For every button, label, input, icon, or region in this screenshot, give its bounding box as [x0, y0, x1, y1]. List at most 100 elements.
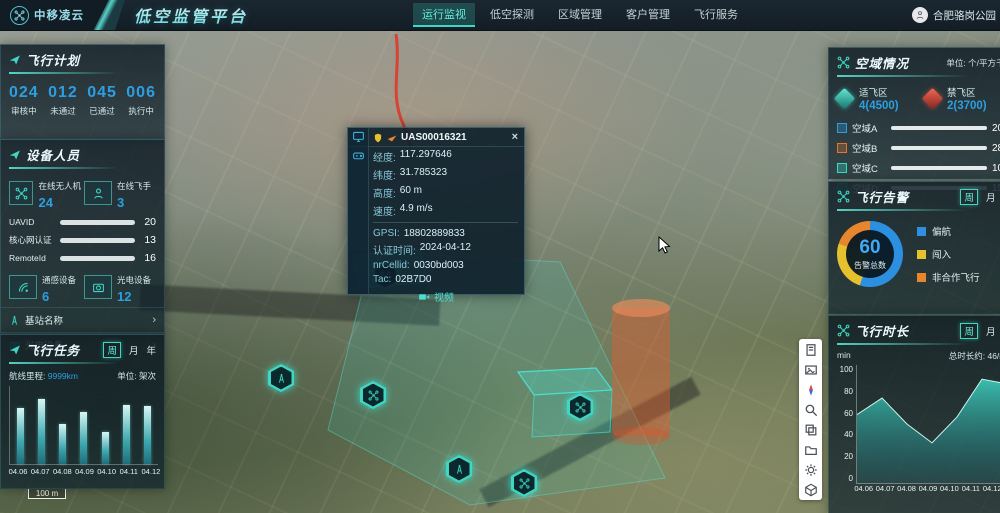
y-unit-label: min — [837, 350, 851, 362]
panel-title: 飞行计划 — [26, 50, 80, 69]
tab-month[interactable]: 月 — [986, 324, 996, 338]
detail-row: 高度:60 m — [348, 183, 524, 201]
legend-swatch — [917, 250, 926, 259]
card-label: 光电设备 — [117, 275, 151, 285]
low-altitude-supervision-dashboard: 中移凌云 低空监管平台 运行监视 低空探测 区域管理 客户管理 飞行服务 合肥骆… — [0, 0, 1000, 513]
card-value: 12 — [117, 289, 151, 304]
avatar — [912, 7, 928, 23]
online-drones-card: 在线无人机 24 — [9, 176, 81, 210]
drone-icon — [9, 181, 33, 205]
base-station-link[interactable]: 基站名称 › — [1, 307, 164, 332]
bar-value: 20 — [140, 216, 156, 228]
device-marker[interactable] — [268, 364, 294, 392]
fly-zone-icon — [834, 88, 855, 109]
devices-panel: 设备人员 在线无人机 24 在线飞手 3 UAVID 20 核心网认证 13 — [0, 139, 165, 334]
stat-label: 已通过 — [87, 105, 117, 117]
badge-icon — [373, 133, 383, 143]
detail-row: GPSI:18802889833 — [348, 226, 524, 240]
device-marker[interactable] — [360, 381, 386, 409]
compass-icon[interactable] — [803, 382, 818, 397]
duration-chart: 100806040200 — [835, 365, 1000, 484]
tab-week[interactable]: 周 — [103, 342, 121, 358]
device-marker[interactable] — [567, 393, 593, 421]
user-name: 合肥骆岗公园 — [933, 8, 996, 23]
detail-row: 速度:4.9 m/s — [348, 201, 524, 219]
video-button[interactable]: 视频 — [348, 289, 524, 304]
online-pilots-card: 在线飞手 3 — [84, 176, 156, 210]
alert-total-label: 告警总数 — [854, 260, 886, 271]
close-icon[interactable]: × — [512, 132, 518, 143]
progress-track — [60, 256, 135, 261]
optical-devices-card: 光电设备 12 — [84, 270, 156, 304]
camera-icon — [84, 275, 112, 299]
popup-title-bar: UAS00016321 × — [348, 128, 524, 147]
period-tabs: 周 月 年 — [103, 342, 156, 358]
task-bar — [31, 386, 52, 464]
task-bar — [137, 386, 158, 464]
map-scale-label: 100 m — [28, 489, 66, 499]
tab-week[interactable]: 周 — [960, 189, 978, 205]
logo-icon — [10, 6, 29, 25]
detail-row: nrCellid:0030bd003 — [348, 258, 524, 272]
airspace-row: 空域A 20/3 — [829, 118, 1000, 138]
wing-icon — [387, 133, 397, 143]
map-toolbar — [799, 339, 822, 500]
nav-item-customer[interactable]: 客户管理 — [617, 3, 679, 27]
sensing-devices-card: 通感设备 6 — [9, 270, 81, 304]
airspace-row: 空域B 28/6 — [829, 138, 1000, 158]
tab-year[interactable]: 年 — [146, 343, 156, 357]
nav-item-detection[interactable]: 低空探测 — [481, 3, 543, 27]
progress-track — [60, 220, 135, 225]
flight-plan-panel: 飞行计划 024审核中 012未通过 045已通过 006执行中 — [0, 44, 165, 139]
task-bar — [73, 386, 94, 464]
bar-label: RemoteId — [9, 253, 55, 263]
monitor-icon[interactable] — [352, 130, 365, 143]
brand-name: 中移凌云 — [34, 7, 84, 23]
panel-title: 飞行任务 — [26, 340, 80, 359]
nav-item-monitoring[interactable]: 运行监视 — [413, 3, 475, 27]
uavid-bar: UAVID 20 — [1, 213, 164, 231]
panel-title: 飞行时长 — [855, 321, 909, 340]
popup-divider — [373, 222, 518, 223]
airspace-row: 空域C 10/10 — [829, 158, 1000, 178]
zone-a-icon — [837, 123, 847, 133]
folder-icon[interactable] — [803, 442, 818, 457]
duration-area-chart — [856, 365, 1000, 484]
flight-duration-panel: 飞行时长 周 月 年 min 总时长约: 46/min 100806040200… — [828, 315, 1000, 513]
device-marker[interactable] — [446, 455, 472, 483]
mouse-cursor — [658, 236, 676, 256]
device-marker[interactable] — [511, 469, 537, 497]
tab-month[interactable]: 月 — [986, 190, 996, 204]
panel-title: 飞行告警 — [855, 187, 909, 206]
gear-icon[interactable] — [803, 462, 818, 477]
card-label: 通感设备 — [42, 275, 76, 285]
model-cube-icon[interactable] — [803, 482, 818, 497]
tab-week[interactable]: 周 — [960, 323, 978, 339]
progress-track — [60, 238, 135, 243]
zone-c-icon — [837, 163, 847, 173]
nav-item-service[interactable]: 飞行服务 — [685, 3, 747, 27]
page-title: 低空监管平台 — [134, 3, 248, 27]
zoom-search-icon[interactable] — [803, 402, 818, 417]
stat-label: 执行中 — [126, 105, 156, 117]
bar-value: 13 — [140, 234, 156, 246]
task-bar — [10, 386, 31, 464]
card-value: 3 — [117, 195, 151, 210]
pilot-icon — [84, 181, 112, 205]
drone-icon — [837, 324, 850, 337]
task-bar — [52, 386, 73, 464]
controller-icon[interactable] — [352, 149, 365, 162]
alerts-legend: 偏航 闯入 非合作飞行 — [917, 224, 980, 284]
remoteid-bar: RemoteId 16 — [1, 249, 164, 267]
bar-value: 16 — [140, 252, 156, 264]
user-account[interactable]: 合肥骆岗公园 — [912, 7, 1000, 23]
nav-item-region[interactable]: 区域管理 — [549, 3, 611, 27]
drone-id: UAS00016321 — [401, 132, 467, 143]
map-page-icon[interactable] — [803, 342, 818, 357]
tab-month[interactable]: 月 — [129, 343, 139, 357]
top-header-bar: 中移凌云 低空监管平台 运行监视 低空探测 区域管理 客户管理 飞行服务 合肥骆… — [0, 0, 1000, 31]
bar-label: 核心网认证 — [9, 234, 55, 246]
layers-icon[interactable] — [803, 422, 818, 437]
image-layer-icon[interactable] — [803, 362, 818, 377]
fly-zone-badge: 适飞区 4(4500) — [837, 85, 925, 112]
